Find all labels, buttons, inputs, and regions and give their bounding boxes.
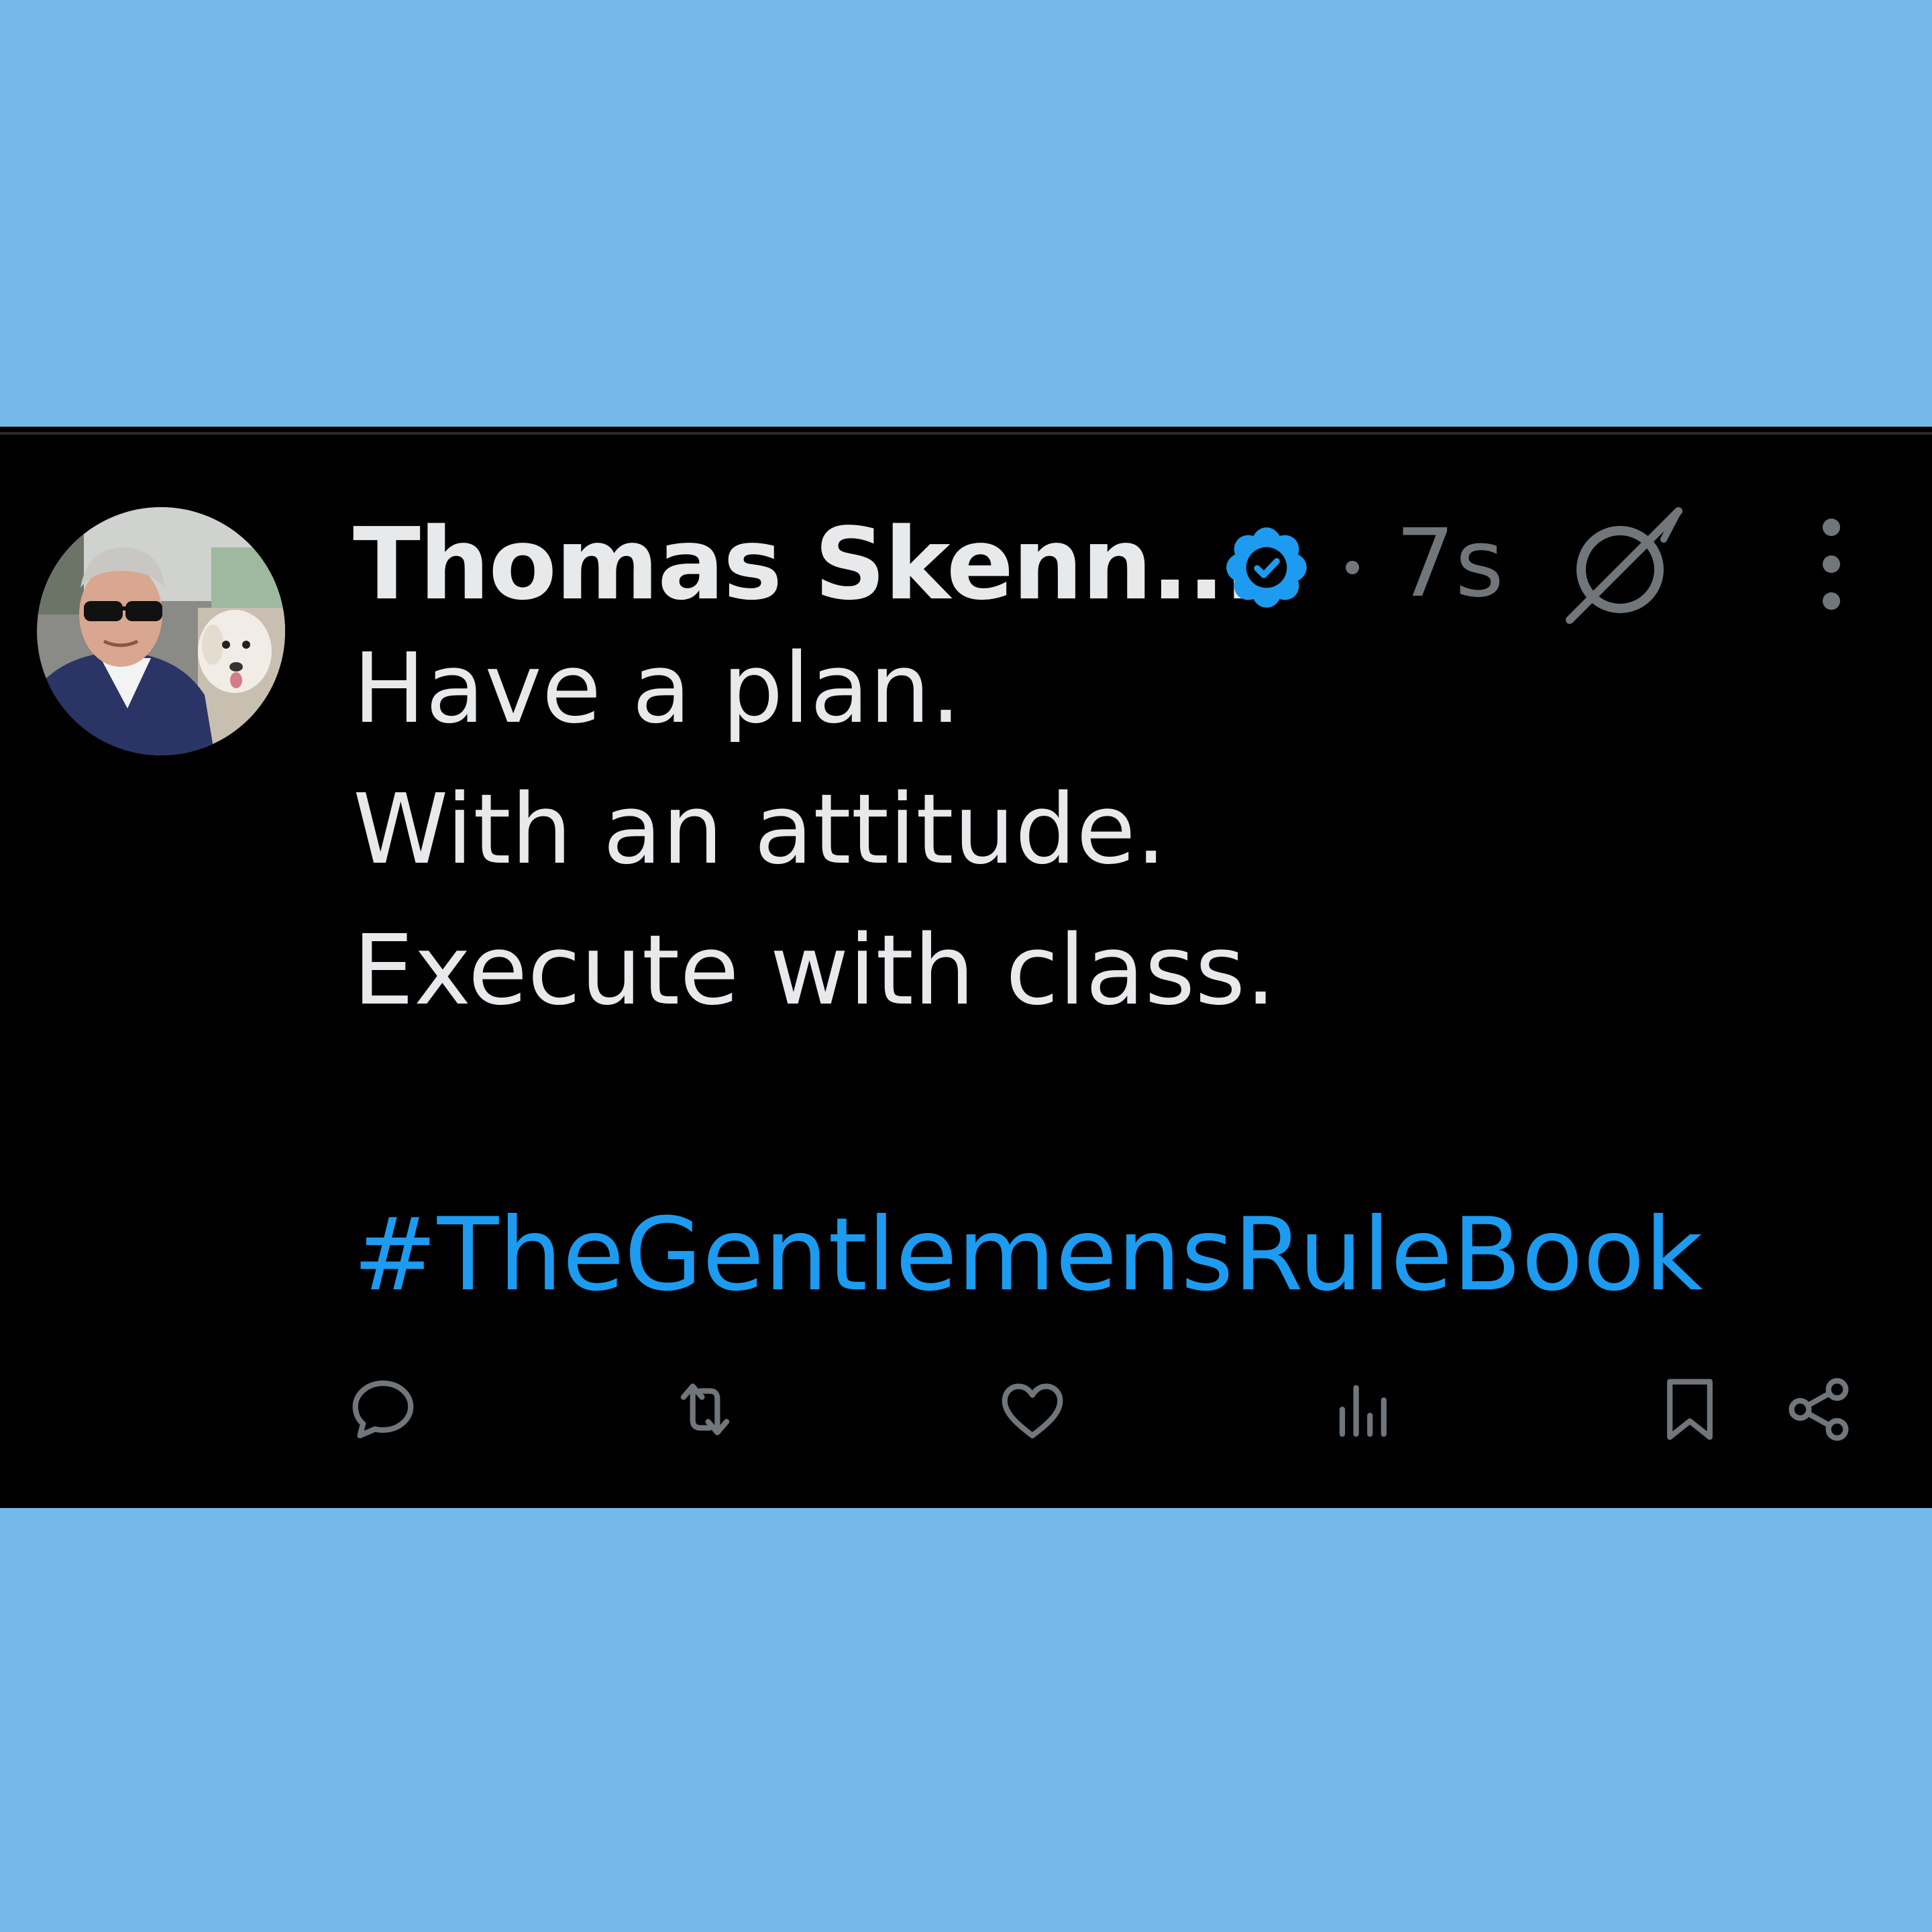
post-text-line: With an attitude. [353, 773, 1167, 885]
avatar[interactable] [37, 507, 285, 755]
reply-icon[interactable] [346, 1373, 420, 1446]
grok-icon[interactable] [1563, 506, 1684, 627]
hashtag-link[interactable]: #TheGentlemensRuleBook [353, 1185, 1703, 1326]
verified-badge-icon [1220, 521, 1313, 614]
timestamp[interactable]: 7s [1395, 494, 1504, 635]
views-icon[interactable] [1327, 1373, 1401, 1446]
separator-dot [1346, 561, 1359, 574]
post-card[interactable]: Thomas Skenn... 7s Have a plan. With an … [0, 427, 1932, 1508]
repost-icon[interactable] [668, 1373, 742, 1446]
post-text-line: Have a plan. [353, 632, 961, 745]
share-icon[interactable] [1782, 1373, 1856, 1446]
divider [0, 432, 1932, 435]
more-vertical-icon[interactable] [1805, 507, 1858, 628]
display-name[interactable]: Thomas Skenn... [353, 494, 1262, 635]
bookmark-icon[interactable] [1653, 1373, 1727, 1446]
post-text-line: Execute with class. [353, 914, 1277, 1026]
like-icon[interactable] [996, 1373, 1069, 1446]
